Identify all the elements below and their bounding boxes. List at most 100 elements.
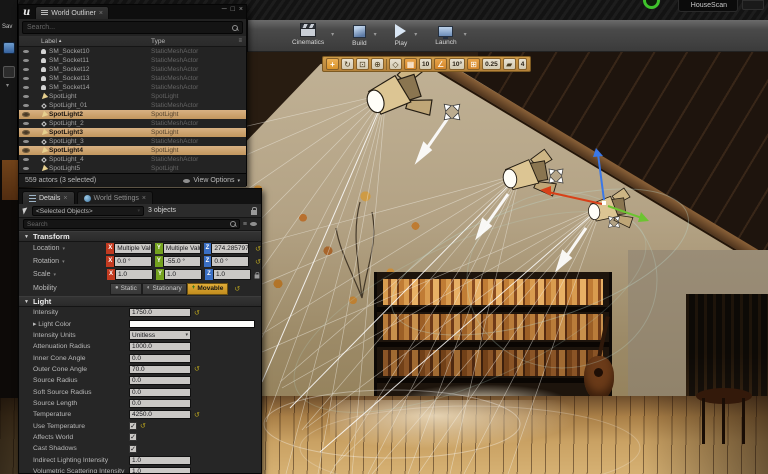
camera-speed-button[interactable]: ▰ bbox=[502, 58, 516, 70]
reset-icon[interactable]: ↺ bbox=[194, 365, 200, 373]
outliner-row[interactable]: SpotLight4 SpotLight bbox=[19, 146, 246, 155]
scale-tool-button[interactable]: ⊡ bbox=[356, 58, 369, 70]
save-current-icon[interactable] bbox=[3, 42, 15, 54]
visibility-eye-icon[interactable] bbox=[22, 139, 29, 144]
rotate-tool-button[interactable]: ↻ bbox=[341, 58, 354, 70]
chevron-down-icon[interactable]: ▾ bbox=[331, 31, 334, 38]
value-field[interactable]: 1750.0 bbox=[129, 308, 191, 318]
visibility-eye-icon[interactable] bbox=[22, 166, 29, 171]
visibility-eye-icon[interactable] bbox=[21, 129, 30, 136]
close-icon[interactable]: × bbox=[239, 6, 243, 13]
visibility-eye-icon[interactable] bbox=[22, 67, 29, 72]
chevron-down-icon[interactable]: ▾ bbox=[6, 82, 9, 89]
visibility-eye-icon[interactable] bbox=[21, 147, 30, 154]
checkbox[interactable]: ✓ bbox=[129, 433, 137, 442]
property-matrix-icon[interactable]: ≡ bbox=[243, 221, 247, 228]
view-options-button[interactable]: View Options ▾ bbox=[183, 177, 240, 184]
scale-z-field[interactable]: 1.0 bbox=[213, 269, 251, 280]
value-field[interactable]: 1.0 bbox=[129, 455, 191, 465]
rotation-x-field[interactable]: 0.0 ° bbox=[114, 256, 152, 267]
mobility-static-button[interactable]: ● Static bbox=[110, 282, 142, 295]
dropdown-field[interactable]: Unitless ▾ bbox=[129, 330, 191, 341]
chevron-down-icon[interactable]: ▾ bbox=[374, 31, 377, 38]
outliner-row[interactable]: SM_Socket11 StaticMeshActor bbox=[19, 56, 246, 65]
lock-icon[interactable] bbox=[251, 206, 257, 215]
titlebar-extra-button[interactable] bbox=[742, 0, 764, 10]
visibility-eye-icon[interactable] bbox=[22, 94, 29, 99]
reset-icon[interactable]: ↺ bbox=[140, 422, 146, 430]
reset-icon[interactable]: ↺ bbox=[194, 411, 200, 419]
value-field[interactable]: 0.0 bbox=[129, 398, 191, 408]
visibility-eye-icon[interactable] bbox=[22, 85, 29, 90]
picker-icon[interactable] bbox=[22, 207, 29, 214]
rotation-z-field[interactable]: 0.0 ° bbox=[211, 256, 250, 267]
reset-icon[interactable]: ↺ bbox=[255, 258, 261, 266]
scale-snap-button[interactable]: ⊞ bbox=[467, 58, 481, 70]
outliner-row[interactable]: SpotLight3 SpotLight bbox=[19, 128, 246, 137]
reset-icon[interactable]: ↺ bbox=[234, 285, 240, 293]
visibility-eye-icon[interactable] bbox=[22, 157, 29, 162]
chevron-down-icon[interactable]: ▾ bbox=[464, 31, 467, 38]
project-tab[interactable]: HouseScan bbox=[677, 0, 738, 12]
angle-snap-button[interactable]: ∠ bbox=[434, 58, 448, 70]
column-options-icon[interactable]: ≡ bbox=[238, 38, 242, 44]
chevron-down-icon[interactable]: ▾ bbox=[62, 246, 65, 252]
value-field[interactable]: 0.0 bbox=[129, 353, 191, 363]
grid-snap-value[interactable]: 10 bbox=[419, 58, 433, 70]
play-button[interactable]: Play ▾ bbox=[393, 22, 417, 50]
mobility-stationary-button[interactable]: ◐ Stationary bbox=[141, 282, 187, 295]
outliner-row[interactable]: SpotLight_3 StaticMeshActor bbox=[19, 137, 246, 146]
visibility-eye-icon[interactable] bbox=[22, 49, 29, 54]
value-field[interactable]: 1.0 bbox=[129, 466, 191, 473]
mobility-movable-button[interactable]: + Movable bbox=[186, 282, 229, 295]
outliner-row[interactable]: SM_Socket14 StaticMeshActor bbox=[19, 83, 246, 92]
outliner-row[interactable]: SpotLight_01 StaticMeshActor bbox=[19, 101, 246, 110]
outliner-row[interactable]: SpotLight5 SpotLight bbox=[19, 164, 246, 173]
value-field[interactable]: 4250.0 bbox=[129, 410, 191, 420]
scale-y-field[interactable]: 1.0 bbox=[164, 269, 202, 280]
angle-snap-value[interactable]: 10° bbox=[449, 58, 466, 70]
visibility-eye-icon[interactable] bbox=[22, 58, 29, 63]
reset-icon[interactable]: ↺ bbox=[194, 309, 200, 317]
outliner-row[interactable]: SM_Socket13 StaticMeshActor bbox=[19, 74, 246, 83]
tab-world-settings[interactable]: World Settings × bbox=[76, 191, 153, 204]
outliner-row[interactable]: SM_Socket10 StaticMeshActor bbox=[19, 47, 246, 56]
build-button[interactable]: Build ▾ bbox=[350, 22, 377, 50]
outliner-row[interactable]: SpotLight SpotLight bbox=[19, 92, 246, 101]
visibility-eye-icon[interactable] bbox=[21, 111, 30, 118]
camera-speed-value[interactable]: 4 bbox=[517, 58, 528, 70]
outliner-row[interactable]: SpotLight_4 StaticMeshActor bbox=[19, 155, 246, 164]
grid-snap-button[interactable]: ▦ bbox=[404, 58, 417, 70]
cinematics-button[interactable]: Cinematics ▾ bbox=[290, 22, 334, 50]
tab-close-icon[interactable]: × bbox=[99, 10, 103, 17]
reset-icon[interactable]: ↺ bbox=[255, 245, 261, 253]
outliner-row[interactable]: SpotLight_2 StaticMeshActor bbox=[19, 119, 246, 128]
tab-world-outliner[interactable]: World Outliner × bbox=[35, 6, 109, 19]
checkbox[interactable]: ✓ bbox=[129, 444, 137, 453]
scale-lock-icon[interactable] bbox=[254, 271, 260, 278]
outliner-titlebar[interactable]: u World Outliner × ─ □ × bbox=[19, 5, 246, 19]
tab-close-icon[interactable]: × bbox=[142, 195, 146, 202]
value-field[interactable]: 0.0 bbox=[129, 376, 191, 386]
outliner-row[interactable]: SM_Socket12 StaticMeshActor bbox=[19, 65, 246, 74]
column-type[interactable]: Type bbox=[151, 38, 165, 45]
chevron-down-icon[interactable]: ▾ bbox=[54, 272, 57, 278]
light-color-swatch[interactable] bbox=[129, 320, 255, 329]
scale-x-field[interactable]: 1.0 bbox=[115, 269, 153, 280]
transform-section-header[interactable]: ▼ Transform bbox=[19, 231, 261, 242]
maximize-icon[interactable]: □ bbox=[231, 6, 235, 13]
details-search-input[interactable]: Search bbox=[23, 219, 240, 229]
tab-close-icon[interactable]: × bbox=[63, 195, 67, 202]
minimize-icon[interactable]: ─ bbox=[222, 6, 227, 13]
location-z-field[interactable]: 274.285797 bbox=[211, 243, 250, 254]
chevron-down-icon[interactable]: ▾ bbox=[414, 31, 417, 38]
world-local-toggle-button[interactable]: ⊕ bbox=[371, 58, 384, 70]
chevron-down-icon[interactable]: ▾ bbox=[62, 259, 65, 265]
value-field[interactable]: 1000.0 bbox=[129, 342, 191, 352]
scale-snap-value[interactable]: 0.25 bbox=[482, 58, 501, 70]
location-y-field[interactable]: Multiple Valu bbox=[162, 243, 201, 254]
rotation-y-field[interactable]: -55.0 ° bbox=[162, 256, 201, 267]
surface-snap-button[interactable]: ◇ bbox=[389, 58, 402, 70]
visibility-eye-icon[interactable] bbox=[22, 76, 29, 81]
value-field[interactable]: 0.0 bbox=[129, 387, 191, 397]
